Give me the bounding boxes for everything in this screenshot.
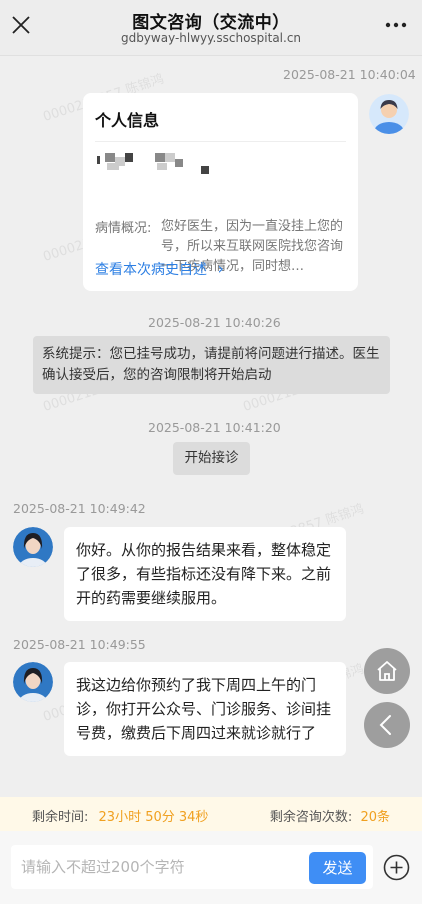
view-medical-history-link[interactable]: 查看本次病史自述 › <box>95 259 224 279</box>
chevron-right-icon: › <box>217 259 224 278</box>
send-button[interactable]: 发送 <box>309 852 366 884</box>
system-notice: 系统提示：您已挂号成功，请提前将问题进行描述。医生确认接受后，您的咨询限制将开始… <box>33 336 390 394</box>
doctor-avatar[interactable] <box>13 662 53 702</box>
home-icon <box>377 661 397 681</box>
doctor-message-bubble: 我这边给你预约了我下周四上午的门诊，你打开公众号、门诊服务、诊间挂号费，缴费后下… <box>64 662 346 756</box>
message-input-bar: 发送 <box>0 831 422 904</box>
back-arrow-icon <box>379 715 391 735</box>
message-input-container: 发送 <box>11 845 373 889</box>
home-button[interactable] <box>364 648 410 694</box>
patient-avatar <box>369 94 409 134</box>
page-url: gdbyway-hlwyy.sschospital.cn <box>120 31 302 45</box>
remaining-time-value: 23小时 50分 34秒 <box>98 810 209 825</box>
chat-area[interactable]: 0000212857 陈锦鸿 0000212857 陈锦鸿 0000212857… <box>0 57 422 797</box>
doctor-avatar[interactable] <box>13 527 53 567</box>
remaining-count-value: 20条 <box>360 810 390 825</box>
more-icon[interactable] <box>384 14 408 36</box>
back-button[interactable] <box>364 702 410 748</box>
doctor-message-bubble: 你好。从你的报告结果来看，整体稳定了很多，有些指标还没有降下来。之前开的药需要继… <box>64 527 346 621</box>
remaining-time-label: 剩余时间: <box>32 810 89 825</box>
message-timestamp: 2025-08-21 10:40:04 <box>283 67 416 82</box>
divider <box>95 141 346 142</box>
remaining-count: 剩余咨询次数: 20条 <box>270 806 390 825</box>
message-timestamp: 2025-08-21 10:49:55 <box>13 637 146 652</box>
top-bar: 图文咨询（交流中） gdbyway-hlwyy.sschospital.cn <box>0 0 422 56</box>
message-timestamp: 2025-08-21 10:49:42 <box>13 501 146 516</box>
card-title: 个人信息 <box>95 111 160 130</box>
message-timestamp: 2025-08-21 10:41:20 <box>148 420 281 435</box>
condition-label: 病情概况: <box>95 221 152 236</box>
message-input[interactable] <box>11 845 301 889</box>
page-title: 图文咨询（交流中） <box>132 13 290 33</box>
remaining-count-label: 剩余咨询次数: <box>269 810 353 825</box>
message-timestamp: 2025-08-21 10:40:26 <box>148 315 281 330</box>
consultation-status-bar: 剩余时间: 23小时 50分 34秒 剩余咨询次数: 20条 <box>0 797 422 831</box>
link-label: 查看本次病史自述 <box>95 262 207 278</box>
remaining-time: 剩余时间: 23小时 50分 34秒 <box>32 806 208 825</box>
personal-info-card: 个人信息 病情概况: 您好医生，因为一直没挂上您的号，所以来互联网医院找您咨询一… <box>83 93 358 291</box>
plus-circle-icon[interactable] <box>383 854 410 881</box>
start-consultation-notice: 开始接诊 <box>173 442 250 475</box>
